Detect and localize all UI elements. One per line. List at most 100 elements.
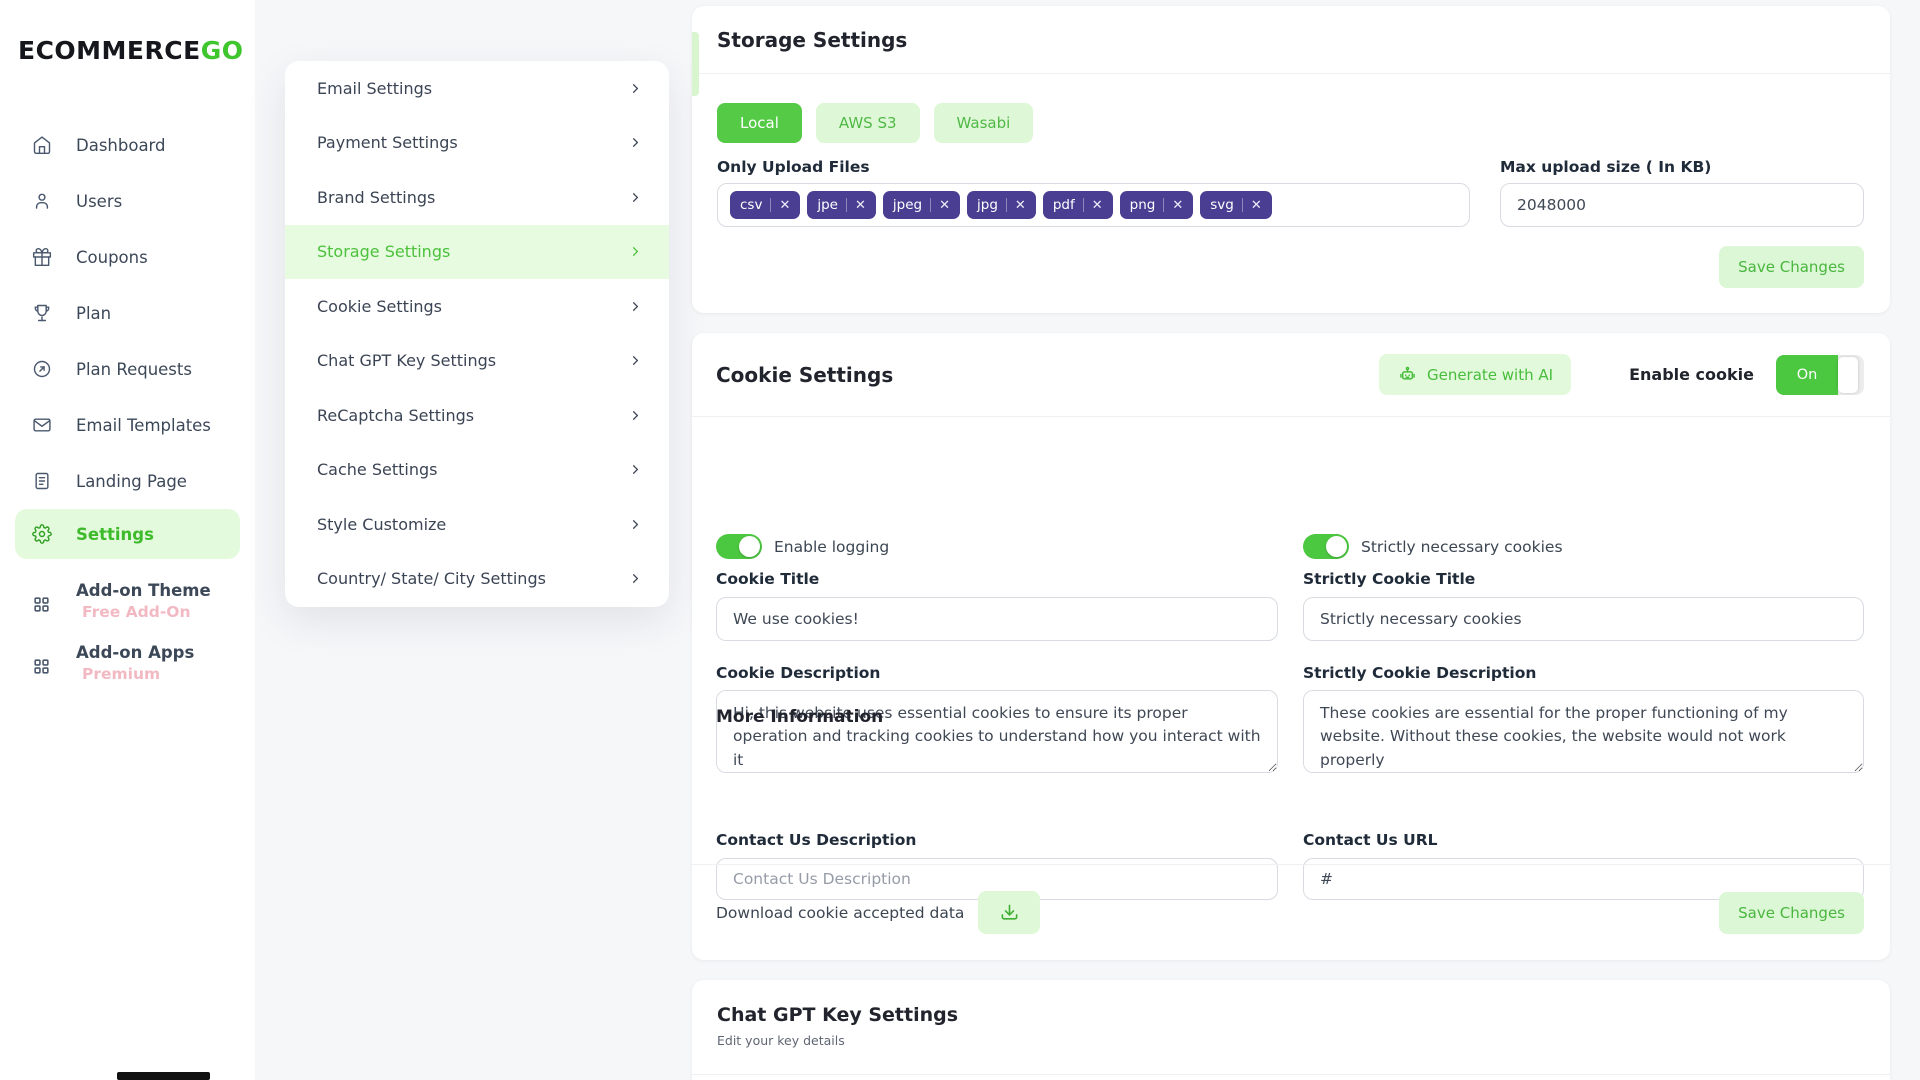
- storage-card-header: Storage Settings: [692, 6, 1890, 74]
- mail-icon: [32, 415, 52, 435]
- tag-divider: [930, 198, 932, 212]
- tag-divider: [1005, 198, 1007, 212]
- sidebar-item-label: Add-on Apps: [76, 643, 195, 662]
- submenu-item-brand-settings[interactable]: Brand Settings: [285, 170, 669, 225]
- sidebar-item-dashboard[interactable]: Dashboard: [0, 117, 255, 173]
- brand-accent: GO: [200, 36, 244, 65]
- settings-submenu-panel: Email Settings Payment Settings Brand Se…: [285, 61, 669, 607]
- enable-logging-switch[interactable]: [716, 534, 762, 559]
- horizontal-scrollbar-thumb[interactable]: [117, 1072, 210, 1080]
- download-cookie-data-button[interactable]: [978, 891, 1041, 934]
- tab-aws-s3[interactable]: AWS S3: [815, 103, 920, 143]
- submenu-item-label: Email Settings: [317, 78, 433, 98]
- tag-csv: csv ✕: [730, 191, 801, 219]
- submenu-item-cache-settings[interactable]: Cache Settings: [285, 443, 669, 498]
- home-icon: [32, 135, 52, 155]
- remove-tag-icon[interactable]: ✕: [939, 199, 950, 212]
- sidebar-item-settings[interactable]: Settings: [15, 509, 240, 559]
- robot-icon: [1397, 364, 1418, 385]
- submenu-item-country-state-city-settings[interactable]: Country/ State/ City Settings: [285, 552, 669, 607]
- enable-cookie-toggle[interactable]: On: [1776, 354, 1864, 395]
- strictly-necessary-row: Strictly necessary cookies: [1303, 534, 1563, 559]
- submenu-item-payment-settings[interactable]: Payment Settings: [285, 116, 669, 171]
- storage-save-button[interactable]: Save Changes: [1719, 246, 1864, 288]
- remove-tag-icon[interactable]: ✕: [1251, 199, 1262, 212]
- user-icon: [32, 191, 52, 211]
- download-cookie-data-label: Download cookie accepted data: [716, 903, 965, 922]
- sidebar-item-label: Landing Page: [76, 471, 187, 491]
- chevron-right-icon: [628, 244, 643, 259]
- tag-divider: [1082, 198, 1084, 212]
- toggle-on-label: On: [1776, 354, 1838, 395]
- cookie-title-input[interactable]: [716, 597, 1278, 641]
- tag-label: pdf: [1052, 197, 1075, 213]
- tag-divider: [770, 198, 772, 212]
- cookie-card-footer: Download cookie accepted data Save Chang…: [716, 885, 1864, 940]
- trophy-icon: [32, 303, 52, 323]
- chevron-right-icon: [628, 190, 643, 205]
- submenu-item-email-settings[interactable]: Email Settings: [285, 61, 669, 116]
- cookie-description-textarea[interactable]: Hi, this website uses essential cookies …: [716, 690, 1278, 773]
- storage-driver-tabs: Local AWS S3 Wasabi: [717, 103, 1034, 143]
- app-root: ECOMMERCEGO Dashboard Users Coupons Plan…: [0, 0, 1920, 1080]
- submenu-item-recaptcha-settings[interactable]: ReCaptcha Settings: [285, 388, 669, 443]
- submenu-item-label: Country/ State/ City Settings: [317, 569, 546, 589]
- sidebar-item-addon-theme[interactable]: Add-on Theme Free Add-On: [0, 581, 255, 621]
- submenu-item-storage-settings[interactable]: Storage Settings: [285, 224, 669, 279]
- remove-tag-icon[interactable]: ✕: [1015, 199, 1026, 212]
- sidebar-item-coupons[interactable]: Coupons: [0, 229, 255, 285]
- sidebar-nav: Dashboard Users Coupons Plan Plan Reques…: [0, 117, 255, 683]
- remove-tag-icon[interactable]: ✕: [1092, 199, 1103, 212]
- sidebar-item-users[interactable]: Users: [0, 173, 255, 229]
- download-icon: [1000, 903, 1019, 922]
- strictly-necessary-switch[interactable]: [1303, 534, 1349, 559]
- cookie-settings-card: Cookie Settings Generate with AI Enable …: [692, 333, 1890, 960]
- sidebar-item-label: Users: [76, 191, 123, 211]
- tag-label: jpe: [817, 197, 838, 213]
- chevron-right-icon: [628, 571, 643, 586]
- submenu-item-style-customize[interactable]: Style Customize: [285, 497, 669, 552]
- submenu-item-chatgpt-key-settings[interactable]: Chat GPT Key Settings: [285, 334, 669, 389]
- chatgpt-card-subtitle: Edit your key details: [717, 1033, 845, 1048]
- file-type-tag-input[interactable]: csv ✕ jpe ✕ jpeg ✕ jpg ✕ pdf ✕ png ✕ svg ✕: [717, 183, 1470, 227]
- sidebar-item-addon-apps[interactable]: Add-on Apps Premium: [0, 643, 255, 683]
- arrow-up-right-circle-icon: [32, 359, 52, 379]
- cookie-card-title: Cookie Settings: [716, 362, 894, 387]
- max-upload-size-label: Max upload size ( In KB): [1500, 158, 1712, 176]
- remove-tag-icon[interactable]: ✕: [779, 199, 790, 212]
- strict-cookie-description-textarea[interactable]: These cookies are essential for the prop…: [1303, 690, 1864, 773]
- tag-pdf: pdf ✕: [1042, 191, 1113, 219]
- chevron-right-icon: [628, 81, 643, 96]
- chatgpt-key-settings-card: Chat GPT Key Settings Edit your key deta…: [692, 980, 1890, 1080]
- remove-tag-icon[interactable]: ✕: [855, 199, 866, 212]
- tag-label: jpg: [977, 197, 998, 213]
- toggle-knob: [1838, 356, 1858, 393]
- tab-wasabi[interactable]: Wasabi: [933, 103, 1034, 143]
- sidebar-item-label: Plan Requests: [76, 359, 192, 379]
- enable-logging-row: Enable logging: [716, 534, 889, 559]
- sidebar-item-landing-page[interactable]: Landing Page: [0, 453, 255, 509]
- sidebar-item-email-templates[interactable]: Email Templates: [0, 397, 255, 453]
- gear-icon: [32, 524, 52, 544]
- contact-us-description-label: Contact Us Description: [716, 831, 917, 849]
- sidebar-item-plan-requests[interactable]: Plan Requests: [0, 341, 255, 397]
- tab-local[interactable]: Local: [717, 103, 802, 143]
- brand-logo[interactable]: ECOMMERCEGO: [18, 36, 243, 65]
- submenu-item-label: Payment Settings: [317, 133, 458, 153]
- max-upload-size-input[interactable]: [1500, 183, 1864, 227]
- tag-label: png: [1129, 197, 1156, 213]
- brand-primary: ECOMMERCE: [18, 36, 201, 65]
- submenu-item-label: Cookie Settings: [317, 296, 443, 316]
- remove-tag-icon[interactable]: ✕: [1172, 199, 1183, 212]
- cookie-save-button[interactable]: Save Changes: [1719, 891, 1864, 934]
- tag-label: csv: [740, 197, 763, 213]
- sidebar-item-plan[interactable]: Plan: [0, 285, 255, 341]
- chatgpt-card-header: Chat GPT Key Settings Edit your key deta…: [692, 980, 1890, 1048]
- strict-cookie-title-input[interactable]: [1303, 597, 1864, 641]
- cookie-description-label: Cookie Description: [716, 664, 881, 682]
- sidebar-item-label: Email Templates: [76, 415, 211, 435]
- sidebar-item-label: Settings: [76, 524, 154, 544]
- apps-grid-icon: [32, 595, 52, 615]
- generate-with-ai-button[interactable]: Generate with AI: [1378, 354, 1572, 395]
- submenu-item-cookie-settings[interactable]: Cookie Settings: [285, 279, 669, 334]
